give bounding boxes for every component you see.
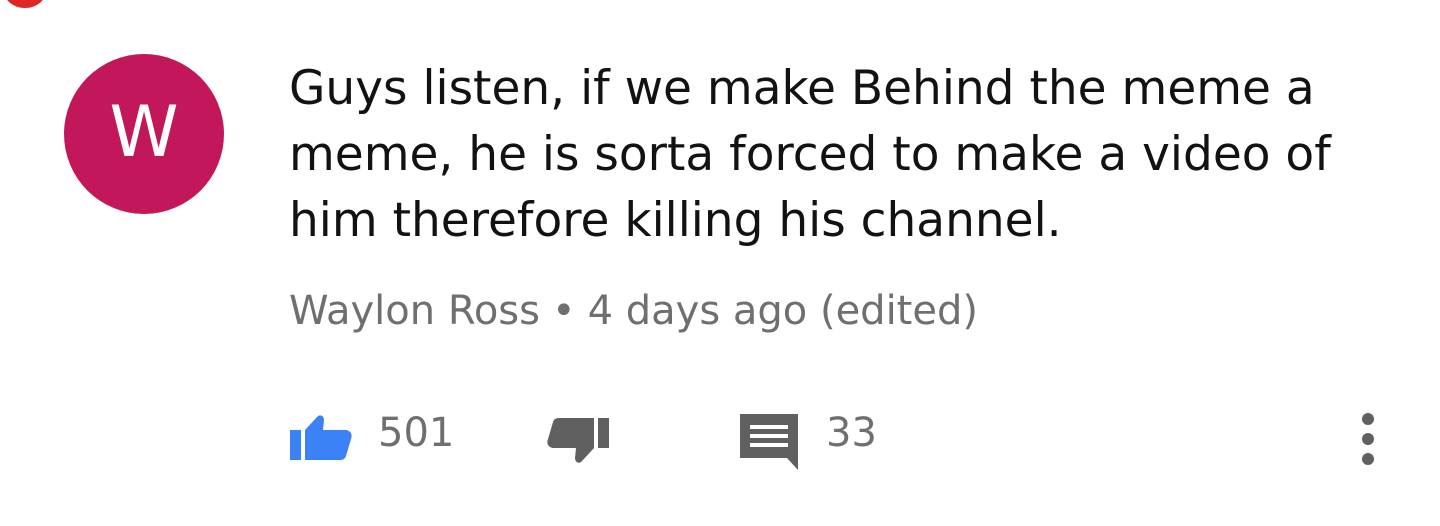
avatar[interactable]: W (64, 54, 224, 214)
author-name[interactable]: Waylon Ross (289, 288, 540, 334)
comment-text: Guys listen, if we make Behind the meme … (289, 61, 1331, 248)
notification-dot (4, 0, 46, 8)
thumbs-down-icon[interactable] (545, 418, 609, 474)
meta-separator: • (551, 288, 576, 334)
reply-count: 33 (826, 410, 877, 456)
like-count: 501 (378, 410, 455, 456)
comment-time: 4 days ago (edited) (587, 288, 978, 334)
more-vert-icon[interactable] (1350, 412, 1386, 466)
comment-icon[interactable] (740, 414, 798, 470)
comment-actions: 501 33 (0, 400, 1440, 480)
thumbs-up-icon[interactable] (290, 412, 354, 460)
avatar-letter: W (109, 91, 179, 173)
comment-meta: Waylon Ross • 4 days ago (edited) (289, 284, 978, 338)
